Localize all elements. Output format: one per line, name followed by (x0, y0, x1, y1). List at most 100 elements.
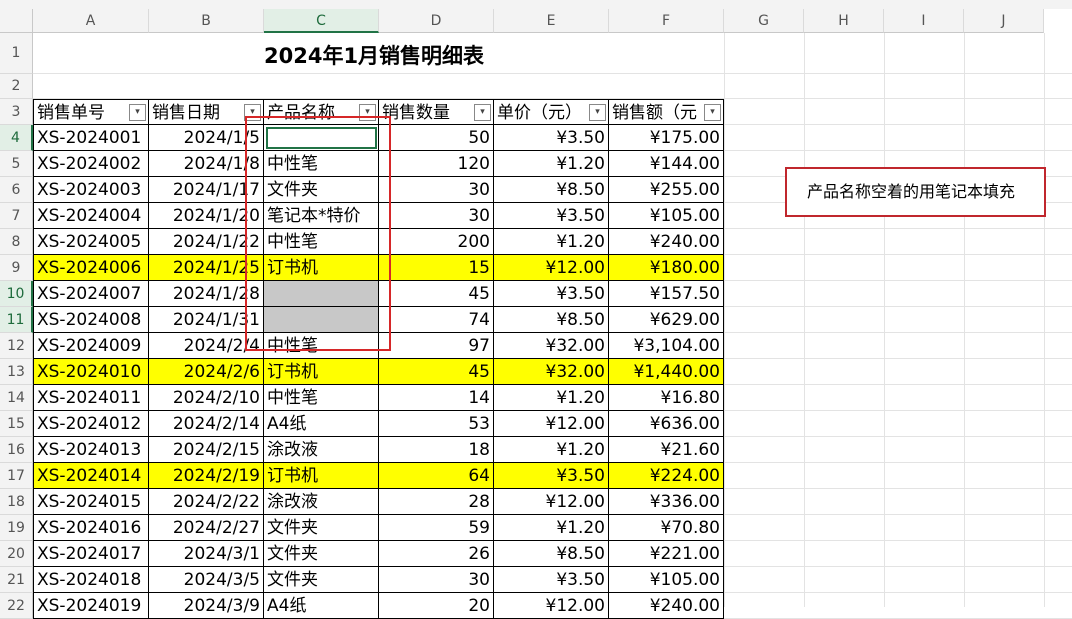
table-cell-price[interactable]: ¥3.50 (494, 203, 609, 229)
table-cell-price[interactable]: ¥3.50 (494, 125, 609, 151)
table-cell-qty[interactable]: 26 (379, 541, 494, 567)
table-cell-qty[interactable]: 20 (379, 593, 494, 619)
dropdown-arrow-icon[interactable]: ▾ (704, 104, 721, 121)
row-header-18[interactable]: 18 (0, 489, 33, 515)
row-header-21[interactable]: 21 (0, 567, 33, 593)
column-header-g[interactable]: G (724, 9, 804, 33)
table-cell-date[interactable]: 2024/3/5 (149, 567, 264, 593)
dropdown-arrow-icon[interactable]: ▾ (129, 104, 146, 121)
table-cell-product[interactable]: 涂改液 (264, 437, 379, 463)
table-cell-price[interactable]: ¥1.20 (494, 515, 609, 541)
row-header-9[interactable]: 9 (0, 255, 33, 281)
table-cell-amount[interactable]: ¥144.00 (609, 151, 724, 177)
table-cell-price[interactable]: ¥12.00 (494, 489, 609, 515)
table-cell-qty[interactable]: 30 (379, 567, 494, 593)
table-cell-qty[interactable]: 15 (379, 255, 494, 281)
table-cell-id[interactable]: XS-2024014 (33, 463, 149, 489)
table-cell-id[interactable]: XS-2024013 (33, 437, 149, 463)
table-cell-price[interactable]: ¥8.50 (494, 177, 609, 203)
table-cell-product[interactable]: 订书机 (264, 463, 379, 489)
table-cell-qty[interactable]: 30 (379, 203, 494, 229)
table-cell-qty[interactable]: 50 (379, 125, 494, 151)
table-cell-price[interactable]: ¥12.00 (494, 593, 609, 619)
table-cell-price[interactable]: ¥32.00 (494, 359, 609, 385)
table-cell-qty[interactable]: 18 (379, 437, 494, 463)
table-cell-date[interactable]: 2024/2/15 (149, 437, 264, 463)
row-header-8[interactable]: 8 (0, 229, 33, 255)
table-cell-qty[interactable]: 120 (379, 151, 494, 177)
table-cell-amount[interactable]: ¥636.00 (609, 411, 724, 437)
column-header-f[interactable]: F (609, 9, 724, 33)
table-cell-amount[interactable]: ¥1,440.00 (609, 359, 724, 385)
table-cell-price[interactable]: ¥3.50 (494, 281, 609, 307)
table-cell-id[interactable]: XS-2024007 (33, 281, 149, 307)
row-header-14[interactable]: 14 (0, 385, 33, 411)
table-cell-id[interactable]: XS-2024016 (33, 515, 149, 541)
table-cell-id[interactable]: XS-2024008 (33, 307, 149, 333)
table-cell-date[interactable]: 2024/3/1 (149, 541, 264, 567)
table-cell-product[interactable]: 文件夹 (264, 541, 379, 567)
table-cell-id[interactable]: XS-2024006 (33, 255, 149, 281)
row-header-20[interactable]: 20 (0, 541, 33, 567)
table-cell-id[interactable]: XS-2024001 (33, 125, 149, 151)
table-cell-qty[interactable]: 64 (379, 463, 494, 489)
table-cell-id[interactable]: XS-2024015 (33, 489, 149, 515)
column-header-i[interactable]: I (884, 9, 964, 33)
row-header-2[interactable]: 2 (0, 74, 33, 99)
column-header-c[interactable]: C (264, 9, 379, 33)
row-header-1[interactable]: 1 (0, 33, 33, 74)
table-cell-amount[interactable]: ¥224.00 (609, 463, 724, 489)
table-cell-qty[interactable]: 74 (379, 307, 494, 333)
row-header-7[interactable]: 7 (0, 203, 33, 229)
table-cell-id[interactable]: XS-2024004 (33, 203, 149, 229)
table-cell-date[interactable]: 2024/2/27 (149, 515, 264, 541)
table-cell-product[interactable]: 文件夹 (264, 567, 379, 593)
table-cell-id[interactable]: XS-2024011 (33, 385, 149, 411)
column-header-a[interactable]: A (33, 9, 149, 33)
table-cell-id[interactable]: XS-2024019 (33, 593, 149, 619)
table-cell-id[interactable]: XS-2024010 (33, 359, 149, 385)
table-cell-price[interactable]: ¥12.00 (494, 255, 609, 281)
table-cell-qty[interactable]: 14 (379, 385, 494, 411)
column-header-e[interactable]: E (494, 9, 609, 33)
row-header-13[interactable]: 13 (0, 359, 33, 385)
column-header-d[interactable]: D (379, 9, 494, 33)
row-header-12[interactable]: 12 (0, 333, 33, 359)
table-cell-date[interactable]: 2024/2/22 (149, 489, 264, 515)
table-cell-price[interactable]: ¥32.00 (494, 333, 609, 359)
table-cell-product[interactable]: 中性笔 (264, 385, 379, 411)
table-cell-date[interactable]: 2024/2/19 (149, 463, 264, 489)
table-cell-qty[interactable]: 28 (379, 489, 494, 515)
table-cell-amount[interactable]: ¥180.00 (609, 255, 724, 281)
table-cell-price[interactable]: ¥1.20 (494, 385, 609, 411)
table-cell-date[interactable]: 2024/2/6 (149, 359, 264, 385)
table-cell-amount[interactable]: ¥629.00 (609, 307, 724, 333)
table-cell-date[interactable]: 2024/2/14 (149, 411, 264, 437)
table-cell-price[interactable]: ¥1.20 (494, 151, 609, 177)
table-cell-amount[interactable]: ¥105.00 (609, 567, 724, 593)
table-cell-amount[interactable]: ¥105.00 (609, 203, 724, 229)
table-cell-price[interactable]: ¥3.50 (494, 463, 609, 489)
row-header-15[interactable]: 15 (0, 411, 33, 437)
row-header-19[interactable]: 19 (0, 515, 33, 541)
row-header-3[interactable]: 3 (0, 99, 33, 125)
row-header-5[interactable]: 5 (0, 151, 33, 177)
table-cell-amount[interactable]: ¥175.00 (609, 125, 724, 151)
table-cell-price[interactable]: ¥8.50 (494, 307, 609, 333)
table-cell-product[interactable]: A4纸 (264, 593, 379, 619)
select-all-corner[interactable] (0, 9, 33, 33)
table-cell-id[interactable]: XS-2024002 (33, 151, 149, 177)
column-header-h[interactable]: H (804, 9, 884, 33)
dropdown-arrow-icon[interactable]: ▾ (474, 104, 491, 121)
table-cell-id[interactable]: XS-2024017 (33, 541, 149, 567)
table-cell-price[interactable]: ¥3.50 (494, 567, 609, 593)
table-cell-id[interactable]: XS-2024009 (33, 333, 149, 359)
table-cell-qty[interactable]: 97 (379, 333, 494, 359)
row-header-6[interactable]: 6 (0, 177, 33, 203)
table-cell-date[interactable]: 2024/3/9 (149, 593, 264, 619)
table-cell-amount[interactable]: ¥255.00 (609, 177, 724, 203)
table-cell-price[interactable]: ¥12.00 (494, 411, 609, 437)
table-cell-qty[interactable]: 200 (379, 229, 494, 255)
table-cell-price[interactable]: ¥8.50 (494, 541, 609, 567)
table-cell-product[interactable]: A4纸 (264, 411, 379, 437)
